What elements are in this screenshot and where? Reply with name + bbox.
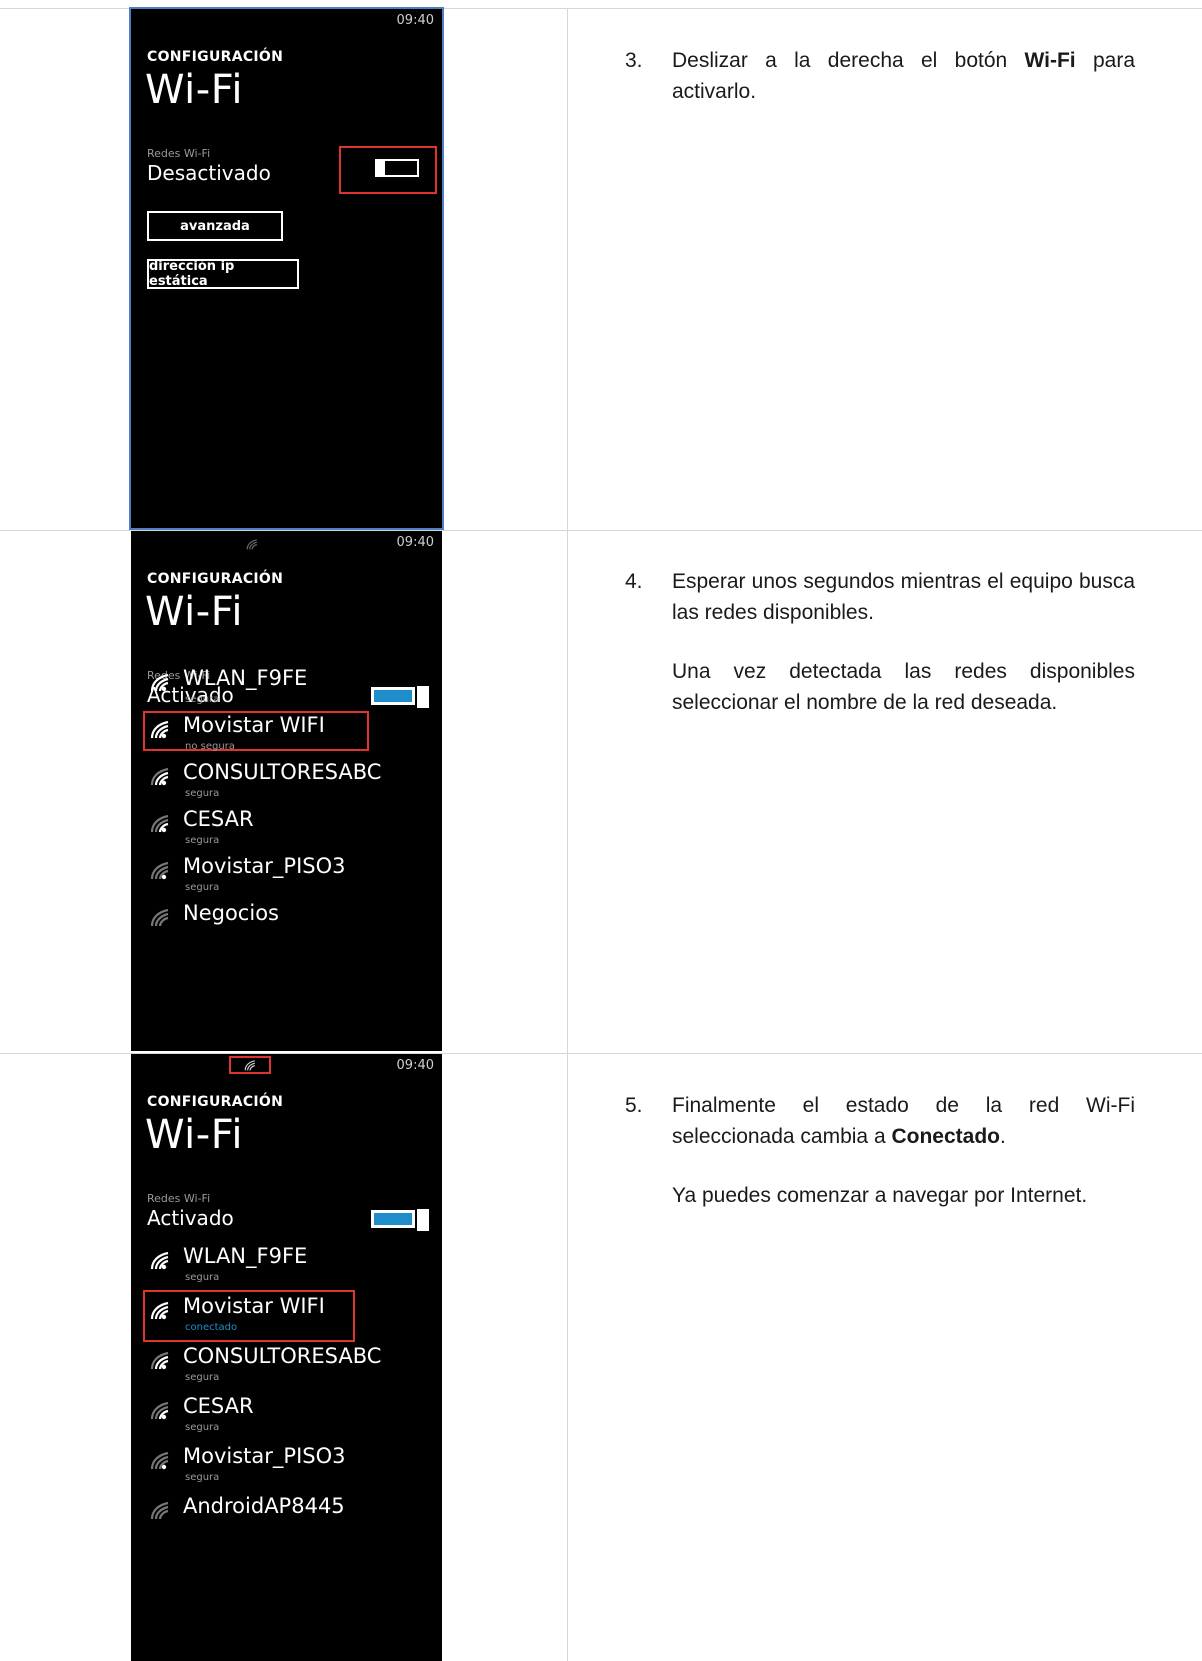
page-title: Wi-Fi: [145, 589, 243, 635]
network-status: segura: [185, 882, 220, 893]
network-status: segura: [185, 1472, 220, 1483]
wifi-signal-icon: [149, 766, 171, 786]
phone-screenshot-wifi-scanning: 09:40 CONFIGURACIÓN Wi-Fi Redes Wi-Fi Ac…: [131, 531, 442, 1051]
phone-screenshot-wifi-connected: 09:40 CONFIGURACIÓN Wi-Fi Redes Wi-Fi Ac…: [131, 1054, 442, 1661]
step-number: 3.: [625, 49, 643, 72]
step-text-bold: Conectado: [891, 1125, 1000, 1148]
phone-screenshot-wifi-off: 09:40 CONFIGURACIÓN Wi-Fi Redes Wi-Fi De…: [129, 7, 444, 530]
toggle-thumb: [417, 1209, 429, 1231]
step-number: 5.: [625, 1094, 643, 1117]
network-item[interactable]: Movistar WIFI conectado: [147, 1294, 437, 1340]
wifi-signal-icon: [149, 860, 171, 880]
network-name: CONSULTORESABC: [183, 760, 382, 784]
advanced-button[interactable]: avanzada: [147, 211, 283, 241]
network-item[interactable]: CONSULTORESABC segura: [147, 760, 437, 806]
status-time: 09:40: [396, 535, 434, 550]
network-item[interactable]: CONSULTORESABC segura: [147, 1344, 437, 1390]
wifi-signal-icon: [149, 1500, 171, 1520]
network-status: segura: [185, 788, 220, 799]
settings-label: CONFIGURACIÓN: [147, 571, 284, 587]
network-item[interactable]: Negocios: [147, 901, 437, 947]
network-name: AndroidAP8445: [183, 1494, 345, 1518]
wifi-signal-icon: [149, 1300, 171, 1320]
table-divider: [567, 8, 568, 1661]
network-item[interactable]: Movistar_PISO3 segura: [147, 854, 437, 900]
static-ip-button[interactable]: dirección ip estática: [147, 259, 299, 289]
network-name: CESAR: [183, 807, 254, 831]
wifi-signal-icon: [149, 1250, 171, 1270]
wifi-signal-icon: [149, 1350, 171, 1370]
status-wifi-icon: [229, 1056, 271, 1074]
network-status: segura: [185, 1272, 220, 1283]
wifi-signal-icon: [149, 907, 171, 927]
wifi-signal-icon: [149, 719, 171, 739]
network-item[interactable]: WLAN_F9FE segura: [147, 666, 437, 712]
network-name: CONSULTORESABC: [183, 1344, 382, 1368]
step-text-part: Deslizar a la derecha el botón: [672, 49, 1025, 72]
step-number: 4.: [625, 570, 643, 593]
network-item[interactable]: AndroidAP8445: [147, 1494, 437, 1540]
settings-label: CONFIGURACIÓN: [147, 1094, 284, 1110]
network-name: Movistar_PISO3: [183, 1444, 346, 1468]
step-4: 4. Esperar unos segundos mientras el equ…: [625, 566, 1135, 718]
network-item[interactable]: WLAN_F9FE segura: [147, 1244, 437, 1290]
network-item[interactable]: Movistar WIFI no segura: [147, 713, 437, 759]
network-name: WLAN_F9FE: [183, 1244, 308, 1268]
network-name: Movistar WIFI: [183, 713, 325, 737]
step-text: Deslizar a la derecha el botón Wi-Fi par…: [672, 45, 1135, 107]
step-text: Esperar unos segundos mientras el equipo…: [672, 570, 1135, 624]
networks-label: Redes Wi-Fi: [147, 1192, 211, 1205]
network-item[interactable]: CESAR segura: [147, 807, 437, 853]
wifi-signal-icon: [149, 1400, 171, 1420]
network-status: segura: [185, 1422, 220, 1433]
network-name: WLAN_F9FE: [183, 666, 308, 690]
step-text-bold: Wi-Fi: [1024, 49, 1076, 72]
network-name: CESAR: [183, 1394, 254, 1418]
wifi-signal-icon: [149, 1450, 171, 1470]
toggle-thumb: [375, 159, 385, 177]
status-time: 09:40: [396, 13, 434, 28]
wifi-signal-icon: [149, 672, 171, 692]
wifi-state: Activado: [147, 1206, 234, 1230]
wifi-toggle[interactable]: [371, 1209, 429, 1231]
step-5: 5. Finalmente el estado de la red Wi-Fi …: [625, 1090, 1135, 1211]
toggle-track: [371, 1210, 415, 1228]
network-name: Negocios: [183, 901, 279, 925]
network-status: conectado: [185, 1322, 238, 1333]
wifi-toggle[interactable]: [371, 159, 427, 179]
network-name: Movistar_PISO3: [183, 854, 346, 878]
wifi-signal-icon: [149, 813, 171, 833]
step-text: Ya puedes comenzar a navegar por Interne…: [672, 1184, 1088, 1207]
step-text-part: .: [999, 1125, 1006, 1148]
networks-label: Redes Wi-Fi: [147, 147, 211, 160]
step-text: Finalmente el estado de la red Wi-Fi sel…: [672, 1090, 1135, 1152]
network-status: segura: [185, 694, 220, 705]
network-status: segura: [185, 1372, 220, 1383]
wifi-state: Desactivado: [147, 161, 271, 185]
status-time: 09:40: [396, 1058, 434, 1073]
network-item[interactable]: Movistar_PISO3 segura: [147, 1444, 437, 1490]
step-3: 3. Deslizar a la derecha el botón Wi-Fi …: [625, 45, 1135, 107]
network-status: segura: [185, 835, 220, 846]
network-status: no segura: [185, 741, 235, 752]
network-item[interactable]: CESAR segura: [147, 1394, 437, 1440]
status-wifi-icon: [245, 535, 265, 550]
page-title: Wi-Fi: [145, 1112, 243, 1158]
page-title: Wi-Fi: [145, 67, 243, 113]
network-name: Movistar WIFI: [183, 1294, 325, 1318]
settings-label: CONFIGURACIÓN: [147, 49, 284, 65]
step-text: Una vez detectada las redes disponibles …: [672, 660, 1135, 714]
